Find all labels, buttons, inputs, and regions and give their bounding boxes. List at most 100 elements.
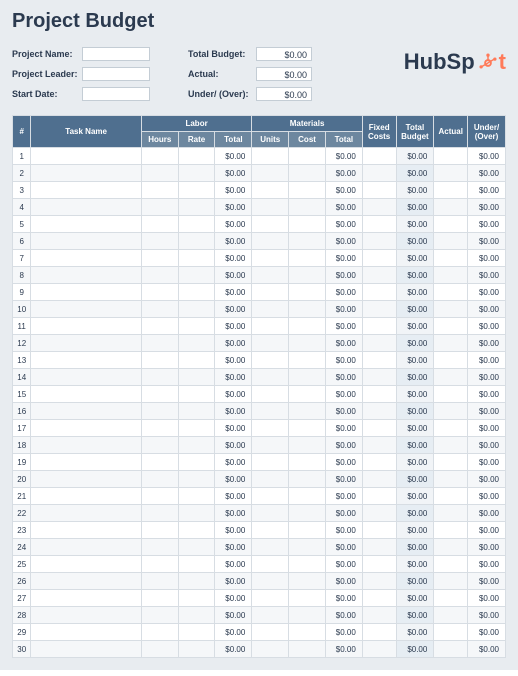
fixed-cell[interactable]	[362, 437, 396, 454]
actual-cell[interactable]	[434, 624, 468, 641]
actual-cell[interactable]	[434, 148, 468, 165]
task-cell[interactable]	[31, 556, 141, 573]
units-cell[interactable]	[252, 590, 289, 607]
task-cell[interactable]	[31, 369, 141, 386]
cost-cell[interactable]	[289, 437, 326, 454]
rate-cell[interactable]	[178, 369, 215, 386]
cost-cell[interactable]	[289, 539, 326, 556]
rate-cell[interactable]	[178, 437, 215, 454]
hours-cell[interactable]	[141, 454, 178, 471]
fixed-cell[interactable]	[362, 522, 396, 539]
cost-cell[interactable]	[289, 573, 326, 590]
fixed-cell[interactable]	[362, 403, 396, 420]
rate-cell[interactable]	[178, 250, 215, 267]
task-cell[interactable]	[31, 301, 141, 318]
units-cell[interactable]	[252, 301, 289, 318]
fixed-cell[interactable]	[362, 471, 396, 488]
units-cell[interactable]	[252, 148, 289, 165]
cost-cell[interactable]	[289, 420, 326, 437]
hours-cell[interactable]	[141, 250, 178, 267]
hours-cell[interactable]	[141, 420, 178, 437]
units-cell[interactable]	[252, 250, 289, 267]
units-cell[interactable]	[252, 641, 289, 658]
rate-cell[interactable]	[178, 267, 215, 284]
task-cell[interactable]	[31, 165, 141, 182]
hours-cell[interactable]	[141, 590, 178, 607]
rate-cell[interactable]	[178, 233, 215, 250]
rate-cell[interactable]	[178, 403, 215, 420]
task-cell[interactable]	[31, 267, 141, 284]
hours-cell[interactable]	[141, 369, 178, 386]
hours-cell[interactable]	[141, 386, 178, 403]
hours-cell[interactable]	[141, 573, 178, 590]
rate-cell[interactable]	[178, 318, 215, 335]
cost-cell[interactable]	[289, 182, 326, 199]
units-cell[interactable]	[252, 454, 289, 471]
cost-cell[interactable]	[289, 216, 326, 233]
cost-cell[interactable]	[289, 471, 326, 488]
actual-cell[interactable]	[434, 539, 468, 556]
fixed-cell[interactable]	[362, 607, 396, 624]
cost-cell[interactable]	[289, 386, 326, 403]
task-cell[interactable]	[31, 386, 141, 403]
cost-cell[interactable]	[289, 505, 326, 522]
hours-cell[interactable]	[141, 335, 178, 352]
units-cell[interactable]	[252, 216, 289, 233]
actual-cell[interactable]	[434, 522, 468, 539]
actual-cell[interactable]	[434, 250, 468, 267]
cost-cell[interactable]	[289, 624, 326, 641]
task-cell[interactable]	[31, 505, 141, 522]
hours-cell[interactable]	[141, 522, 178, 539]
rate-cell[interactable]	[178, 216, 215, 233]
hours-cell[interactable]	[141, 624, 178, 641]
hours-cell[interactable]	[141, 267, 178, 284]
fixed-cell[interactable]	[362, 539, 396, 556]
rate-cell[interactable]	[178, 539, 215, 556]
actual-cell[interactable]	[434, 386, 468, 403]
cost-cell[interactable]	[289, 522, 326, 539]
task-cell[interactable]	[31, 216, 141, 233]
units-cell[interactable]	[252, 403, 289, 420]
fixed-cell[interactable]	[362, 301, 396, 318]
task-cell[interactable]	[31, 182, 141, 199]
rate-cell[interactable]	[178, 607, 215, 624]
hours-cell[interactable]	[141, 182, 178, 199]
units-cell[interactable]	[252, 624, 289, 641]
rate-cell[interactable]	[178, 182, 215, 199]
cost-cell[interactable]	[289, 369, 326, 386]
rate-cell[interactable]	[178, 590, 215, 607]
actual-cell[interactable]	[434, 573, 468, 590]
units-cell[interactable]	[252, 556, 289, 573]
task-cell[interactable]	[31, 352, 141, 369]
cost-cell[interactable]	[289, 335, 326, 352]
cost-cell[interactable]	[289, 165, 326, 182]
units-cell[interactable]	[252, 522, 289, 539]
units-cell[interactable]	[252, 165, 289, 182]
actual-cell[interactable]	[434, 165, 468, 182]
cost-cell[interactable]	[289, 590, 326, 607]
task-cell[interactable]	[31, 233, 141, 250]
rate-cell[interactable]	[178, 641, 215, 658]
units-cell[interactable]	[252, 352, 289, 369]
cost-cell[interactable]	[289, 641, 326, 658]
actual-cell[interactable]	[434, 420, 468, 437]
actual-cell[interactable]	[434, 505, 468, 522]
cost-cell[interactable]	[289, 318, 326, 335]
fixed-cell[interactable]	[362, 369, 396, 386]
units-cell[interactable]	[252, 573, 289, 590]
hours-cell[interactable]	[141, 471, 178, 488]
units-cell[interactable]	[252, 369, 289, 386]
hours-cell[interactable]	[141, 556, 178, 573]
actual-cell[interactable]	[434, 641, 468, 658]
task-cell[interactable]	[31, 199, 141, 216]
cost-cell[interactable]	[289, 488, 326, 505]
fixed-cell[interactable]	[362, 216, 396, 233]
cost-cell[interactable]	[289, 352, 326, 369]
project-leader-input[interactable]	[82, 67, 150, 81]
actual-cell[interactable]	[434, 471, 468, 488]
actual-cell[interactable]	[434, 488, 468, 505]
hours-cell[interactable]	[141, 403, 178, 420]
cost-cell[interactable]	[289, 284, 326, 301]
units-cell[interactable]	[252, 199, 289, 216]
rate-cell[interactable]	[178, 284, 215, 301]
